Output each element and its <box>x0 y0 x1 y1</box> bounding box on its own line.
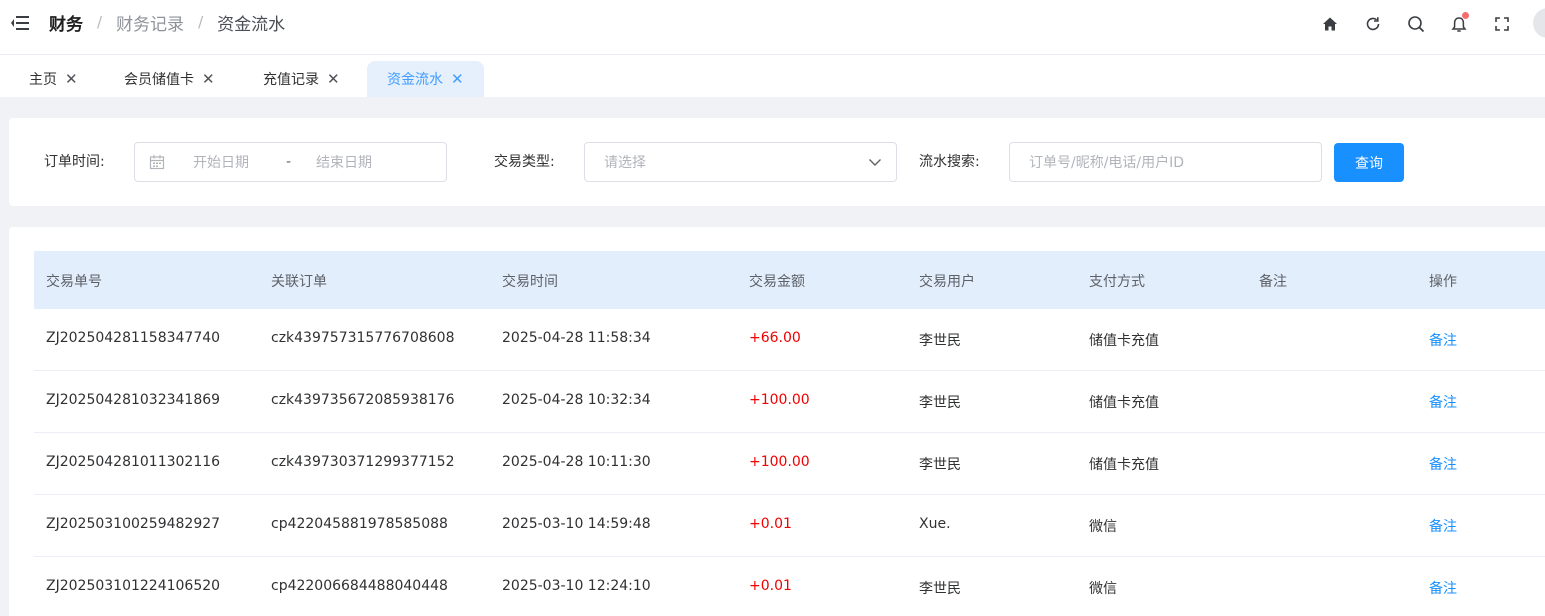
transaction-no: ZJ202504281011302116 <box>46 454 221 470</box>
refresh-icon[interactable] <box>1361 12 1385 36</box>
note-action-link[interactable]: 备注 <box>1429 454 1457 474</box>
payment-method: 储值卡充值 <box>1089 333 1159 349</box>
transaction-time: 2025-04-28 10:11:30 <box>502 454 651 470</box>
related-order: czk439735672085938176 <box>271 392 455 408</box>
tab-bar: 主页 ✕ 会员储值卡 ✕ 充值记录 ✕ 资金流水 ✕ <box>0 55 1545 97</box>
table-row: ZJ202504281032341869 czk4397356720859381… <box>34 371 1545 433</box>
transaction-user: Xue. <box>919 516 951 532</box>
header-toolbar <box>1318 12 1533 36</box>
table-row: ZJ202504281158347740 czk4397573157767086… <box>34 309 1545 371</box>
search-icon[interactable] <box>1404 12 1428 36</box>
tab-recharge-records[interactable]: 充值记录 ✕ <box>263 61 340 97</box>
close-icon[interactable]: ✕ <box>451 71 464 87</box>
chevron-down-icon <box>868 155 882 173</box>
menu-fold-icon[interactable] <box>10 13 30 33</box>
column-header: 操作 <box>1429 274 1457 290</box>
avatar[interactable] <box>1533 8 1545 38</box>
transaction-user: 李世民 <box>919 395 961 411</box>
calendar-icon <box>149 154 165 174</box>
tab-label: 主页 <box>29 72 57 88</box>
transaction-no: ZJ202504281158347740 <box>46 330 221 346</box>
related-order: cp422006684488040448 <box>271 578 448 594</box>
column-header: 交易单号 <box>46 274 102 290</box>
payment-method: 微信 <box>1089 581 1117 597</box>
column-header: 交易用户 <box>919 274 975 290</box>
breadcrumb: 财务 / 财务记录 / 资金流水 <box>49 10 286 35</box>
transaction-amount: +66.00 <box>749 330 801 346</box>
transaction-no: ZJ202504281032341869 <box>46 392 221 408</box>
breadcrumb-separator: / <box>97 13 103 31</box>
table-panel: 交易单号 关联订单 交易时间 交易金额 交易用户 支付方式 备注 操作 ZJ20… <box>9 227 1545 616</box>
flow-search-label: 流水搜索: <box>919 154 980 170</box>
filter-panel: 订单时间: 开始日期 - 结束日期 交易类型: 请选择 流水搜索: 订单号/昵称… <box>9 118 1545 206</box>
column-header: 备注 <box>1259 274 1287 290</box>
transaction-amount: +100.00 <box>749 454 810 470</box>
close-icon[interactable]: ✕ <box>202 71 215 87</box>
date-range-picker[interactable]: 开始日期 - 结束日期 <box>134 142 447 182</box>
breadcrumb-separator: / <box>198 13 204 31</box>
note-action-link[interactable]: 备注 <box>1429 516 1457 536</box>
close-icon[interactable]: ✕ <box>65 71 78 87</box>
top-header: 财务 / 财务记录 / 资金流水 <box>0 0 1545 55</box>
transaction-amount: +0.01 <box>749 516 792 532</box>
column-header: 交易时间 <box>502 274 558 290</box>
breadcrumb-item-finance-records[interactable]: 财务记录 <box>116 10 184 35</box>
search-placeholder: 订单号/昵称/电话/用户ID <box>1029 155 1185 171</box>
bell-icon[interactable] <box>1447 12 1471 36</box>
transaction-amount: +0.01 <box>749 578 792 594</box>
tab-member-card[interactable]: 会员储值卡 ✕ <box>124 61 215 97</box>
transaction-no: ZJ202503100259482927 <box>46 516 221 532</box>
tab-home[interactable]: 主页 ✕ <box>29 61 78 97</box>
tab-label: 会员储值卡 <box>124 72 194 88</box>
fullscreen-icon[interactable] <box>1490 12 1514 36</box>
transaction-time: 2025-03-10 12:24:10 <box>502 578 651 594</box>
note-action-link[interactable]: 备注 <box>1429 578 1457 598</box>
order-time-label: 订单时间: <box>44 154 105 170</box>
home-icon[interactable] <box>1318 12 1342 36</box>
transaction-time: 2025-03-10 14:59:48 <box>502 516 651 532</box>
table-row: ZJ202503101224106520 cp42200668448804044… <box>34 557 1545 616</box>
transaction-amount: +100.00 <box>749 392 810 408</box>
end-date-input[interactable]: 结束日期 <box>316 152 372 172</box>
transaction-user: 李世民 <box>919 333 961 349</box>
note-action-link[interactable]: 备注 <box>1429 330 1457 350</box>
payment-method: 储值卡充值 <box>1089 457 1159 473</box>
payment-method: 储值卡充值 <box>1089 395 1159 411</box>
related-order: czk439730371299377152 <box>271 454 455 470</box>
note-action-link[interactable]: 备注 <box>1429 392 1457 412</box>
column-header: 关联订单 <box>271 274 327 290</box>
tab-label: 资金流水 <box>387 72 443 88</box>
related-order: cp422045881978585088 <box>271 516 448 532</box>
transaction-user: 李世民 <box>919 581 961 597</box>
transaction-time: 2025-04-28 10:32:34 <box>502 392 651 408</box>
table-header: 交易单号 关联订单 交易时间 交易金额 交易用户 支付方式 备注 操作 <box>34 251 1545 309</box>
transaction-user: 李世民 <box>919 457 961 473</box>
date-range-separator: - <box>286 154 292 170</box>
start-date-input[interactable]: 开始日期 <box>193 152 249 172</box>
breadcrumb-item-finance[interactable]: 财务 <box>49 10 83 35</box>
related-order: czk439757315776708608 <box>271 330 455 346</box>
transaction-type-label: 交易类型: <box>494 154 555 170</box>
transaction-type-select[interactable]: 请选择 <box>584 142 897 182</box>
close-icon[interactable]: ✕ <box>327 71 340 87</box>
table-row: ZJ202504281011302116 czk4397303712993771… <box>34 433 1545 495</box>
flow-search-input[interactable]: 订单号/昵称/电话/用户ID <box>1009 142 1322 182</box>
tab-cash-flow[interactable]: 资金流水 ✕ <box>367 61 484 97</box>
column-header: 支付方式 <box>1089 274 1145 290</box>
column-header: 交易金额 <box>749 274 805 290</box>
breadcrumb-item-cash-flow: 资金流水 <box>217 14 286 35</box>
query-button[interactable]: 查询 <box>1334 143 1404 182</box>
payment-method: 微信 <box>1089 519 1117 535</box>
select-placeholder: 请选择 <box>604 155 646 171</box>
transaction-no: ZJ202503101224106520 <box>46 578 221 594</box>
notification-dot <box>1462 12 1469 19</box>
transaction-time: 2025-04-28 11:58:34 <box>502 330 651 346</box>
tab-label: 充值记录 <box>263 72 319 88</box>
table-row: ZJ202503100259482927 cp42204588197858508… <box>34 495 1545 557</box>
